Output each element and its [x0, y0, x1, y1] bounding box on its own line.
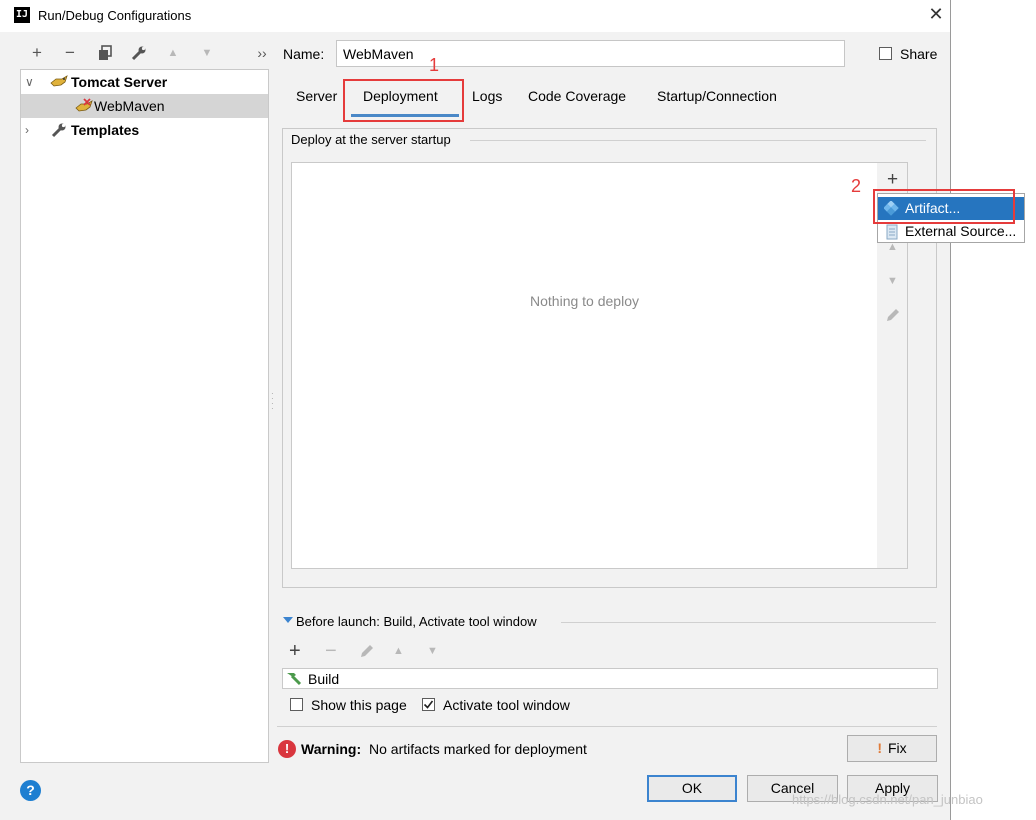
task-up-icon[interactable]: ▲ — [393, 645, 404, 657]
name-label: Name: — [283, 46, 325, 62]
add-task-button[interactable]: + — [289, 640, 301, 663]
share-label: Share — [900, 46, 938, 62]
add-artifact-button[interactable]: + — [877, 169, 908, 191]
tomcat-icon — [50, 74, 68, 88]
app-icon: IJ — [14, 7, 30, 23]
tree-item-templates[interactable]: Templates — [71, 122, 139, 138]
ok-button[interactable]: OK — [647, 775, 737, 802]
before-launch-task-list — [282, 668, 938, 689]
before-launch-title[interactable]: Before launch: Build, Activate tool wind… — [296, 614, 537, 629]
configuration-tree — [20, 69, 269, 763]
move-up-icon[interactable]: ▲ — [162, 42, 184, 64]
tree-item-tomcat-server[interactable]: Tomcat Server — [71, 74, 167, 90]
deploy-list[interactable] — [291, 162, 878, 569]
webmaven-tomcat-icon — [75, 98, 93, 112]
tab-server[interactable]: Server — [296, 88, 337, 104]
move-down-icon[interactable]: ▼ — [196, 42, 218, 64]
fix-button[interactable]: ! Fix — [847, 735, 937, 762]
remove-task-button[interactable]: − — [325, 640, 337, 663]
empty-list-text: Nothing to deploy — [530, 293, 639, 309]
annotation-number-1: 1 — [429, 55, 440, 75]
tab-logs[interactable]: Logs — [472, 88, 502, 104]
tree-item-webmaven[interactable]: WebMaven — [94, 98, 165, 114]
build-task-item[interactable]: Build — [308, 671, 339, 687]
activate-tool-window-checkbox[interactable] — [422, 698, 435, 711]
tab-startup-connection[interactable]: Startup/Connection — [657, 88, 777, 104]
external-source-icon — [886, 220, 898, 247]
warning-icon: ! — [278, 740, 296, 758]
splitter-handle[interactable]: · · · · — [271, 390, 274, 413]
footer-divider — [277, 726, 937, 727]
warning-label: Warning: — [301, 741, 362, 757]
name-input[interactable] — [336, 40, 845, 67]
edit-task-icon[interactable] — [358, 642, 376, 663]
tab-code-coverage[interactable]: Code Coverage — [528, 88, 626, 104]
wrench-icon[interactable] — [128, 42, 150, 64]
before-launch-divider — [561, 622, 936, 623]
bulb-icon: ! — [877, 740, 882, 756]
task-down-icon[interactable]: ▼ — [427, 645, 438, 657]
close-icon[interactable]: ✕ — [926, 4, 946, 25]
annotation-number-2: 2 — [851, 176, 862, 196]
warning-message: No artifacts marked for deployment — [369, 741, 587, 757]
watermark-text: https://blog.csdn.net/pan_junbiao — [792, 792, 983, 807]
edit-pencil-icon[interactable] — [877, 306, 908, 328]
more-icon[interactable]: ›› — [251, 42, 273, 64]
help-icon[interactable]: ? — [20, 780, 41, 801]
deploy-group-title: Deploy at the server startup — [291, 132, 455, 147]
fix-label: Fix — [888, 740, 907, 756]
add-configuration-button[interactable]: + — [26, 42, 48, 64]
show-page-label: Show this page — [311, 697, 407, 713]
collapse-triangle-icon[interactable] — [283, 617, 293, 623]
move-down-icon[interactable]: ▼ — [877, 275, 908, 287]
show-page-checkbox[interactable] — [290, 698, 303, 711]
window-title: Run/Debug Configurations — [38, 8, 192, 23]
annotation-box-2 — [873, 189, 1015, 224]
activate-tool-window-label: Activate tool window — [443, 697, 570, 713]
expand-tomcat-icon[interactable]: ∨ — [25, 75, 34, 89]
templates-wrench-icon — [50, 122, 68, 138]
share-checkbox[interactable] — [879, 47, 892, 60]
annotation-box-1 — [343, 79, 464, 122]
remove-configuration-button[interactable]: − — [59, 42, 81, 64]
expand-templates-icon[interactable]: › — [25, 123, 29, 137]
group-divider — [470, 140, 926, 141]
copy-icon[interactable] — [94, 42, 116, 64]
build-hammer-icon — [285, 670, 303, 689]
